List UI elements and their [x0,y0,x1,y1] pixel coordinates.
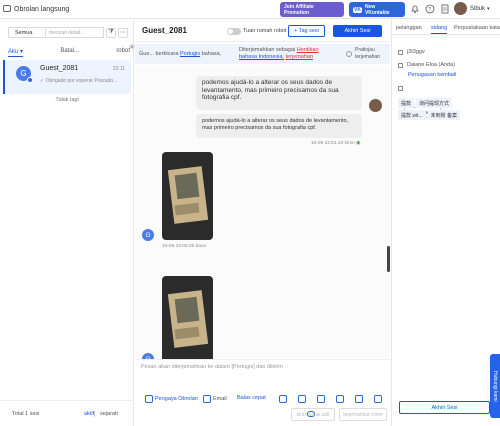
divider [94,411,98,417]
filter-history[interactable]: sejarah [100,411,118,417]
affiliate-promo-button[interactable]: Join Affiliate Promotion [280,2,344,17]
session-id: j2t3ggv [398,49,425,55]
bell-icon[interactable] [410,4,420,14]
chat-plugin-button[interactable]: Pengaya Obrolan [145,395,198,403]
stop-translation-link-2[interactable]: terjemahan [286,54,314,60]
filter-icon[interactable]: ⧩ [106,27,116,38]
robot-toggle[interactable] [227,28,241,35]
source-language-link[interactable]: Portugis [180,51,200,57]
end-session-button[interactable]: Akhiri Sesi [333,25,382,37]
preview-translation-label: Pratinjau terjemahan [355,47,381,60]
help-icon[interactable]: ? [425,4,435,14]
affiliate-label: Join Affiliate Promotion [284,3,314,16]
vk-label: New VKontakte [364,3,390,16]
info-tabs: pelanggan sidang Perpustakaan kata [392,20,500,35]
avatar [454,2,467,15]
id-icon [398,49,403,55]
filter-select[interactable]: Semua [8,27,46,38]
message-translated: podemos ajudá-lo a alterar os seus dados… [196,114,362,138]
left-footer: Total 1 sesi aktif sejarah [0,400,134,426]
quick-reply-button[interactable]: Balas cepat [237,395,266,401]
no-more-text: Tidak lagi [55,97,79,103]
guest-name: Guest_2081 [142,26,187,35]
conversation-item[interactable]: G Guest_2081 22:11 ✓ Obrigado por espera… [3,60,131,94]
conversation-list-panel: Semua mencari detail... ⧩ ⋯ Aku ▾ Batal.… [0,20,135,426]
channel-icon [27,77,33,83]
qa-row[interactable]: 提款 wit... 未到账 备案 [398,110,461,120]
image-meta: 10-05 23:03:25 baca [162,244,207,249]
language-info: Gue... berbicara Portugis bahasa, [139,51,222,57]
svg-text:?: ? [428,7,431,13]
translation-info: Diterjemahkan sebagai Hentikan bahasa Ind… [239,47,319,60]
tab-robot[interactable]: robot 4 [116,44,135,57]
contact-us-button[interactable]: Hubungi kami [490,354,500,418]
document-icon[interactable] [440,4,450,14]
image-message[interactable] [162,276,213,364]
message-original: podemos ajudá-lo a alterar os seus dados… [196,76,362,110]
translate-send-button[interactable]: terjemahkan kirim [339,408,387,421]
avatar: G [142,229,154,241]
agent-row: Daiane Eloa (Anda) [398,62,455,68]
search-input[interactable]: mencari detail... [46,27,104,38]
vk-promo-button[interactable]: VK New VKontakte [349,2,405,17]
tab-customer[interactable]: pelanggan [396,25,422,31]
scrollbar[interactable] [387,246,390,272]
message-input[interactable]: Pesan akan diterjemahkan ke dalam [Portu… [141,364,283,370]
message-area[interactable]: podemos ajudá-lo a alterar os seus dados… [135,66,390,372]
conversation-preview: ✓ Obrigado por esperar Prezado... [40,78,118,84]
tab-cancelled[interactable]: Batal... [60,48,79,57]
user-menu[interactable]: Sibuk ▾ [454,2,490,15]
filter-active[interactable]: aktif [84,411,94,417]
email-icon [203,395,211,403]
plugin-icon [145,395,153,403]
vk-logo-icon: VK [353,6,362,13]
qa-row[interactable]: 提款 询问提现方式 [398,98,453,108]
info-panel: pelanggan sidang Perpustakaan kata j2t3g… [391,20,500,426]
top-bar: Obrolan langsung Join Affiliate Promotio… [0,0,500,19]
mic-icon[interactable] [317,395,325,403]
reassign-link[interactable]: Penugasan kembali [408,72,456,78]
tab-session[interactable]: sidang [431,25,448,34]
check-icon: ◉ [356,141,361,146]
user-icon [398,62,403,68]
more-icon[interactable]: ⋯ [118,27,128,38]
tab-word-library[interactable]: Perpustakaan kata [454,25,500,31]
total-sessions: Total 1 sesi [12,411,40,417]
message-meta: 10-05 22:51:24 kirim ◉ [311,141,361,146]
end-session-button-right[interactable]: Akhiri Sesi [399,401,490,414]
email-button[interactable]: Email [203,395,227,403]
conversation-time: 22:11 [112,66,125,72]
tab-mine[interactable]: Aku ▾ [8,48,24,57]
send-original-button[interactable]: kirim balas asli [291,408,335,421]
robot-toggle-label: Tuan rumah robot [243,28,287,34]
avatar [369,99,382,112]
translation-bar: Gue... berbicara Portugis bahasa, Diterj… [135,44,390,64]
conversation-name: Guest_2081 [40,65,79,72]
chat-icon [3,5,11,12]
video-icon[interactable] [374,395,382,403]
selected-indicator [3,60,5,94]
tag-icon-row [398,86,407,91]
tag-icon [398,86,403,91]
tag-session-button[interactable]: + Tag sesi [288,25,325,37]
target-language-link[interactable]: bahasa Indonesia, [239,54,284,60]
file-icon[interactable] [336,395,344,403]
app-title: Obrolan langsung [14,5,70,13]
chat-panel: Guest_2081 Tuan rumah robot + Tag sesi A… [135,20,390,426]
image-message[interactable] [162,152,213,240]
image-icon[interactable] [355,395,363,403]
stop-translation-link[interactable]: Hentikan [297,47,319,53]
chat-header: Guest_2081 Tuan rumah robot + Tag sesi A… [135,20,390,42]
user-status: Sibuk [470,5,486,12]
preview-translation-radio[interactable] [346,51,352,57]
emoji-icon[interactable] [298,395,306,403]
composer[interactable]: Pesan akan diterjemahkan ke dalam [Portu… [135,359,390,426]
chevron-down-icon: ▾ [487,5,490,12]
magic-icon[interactable] [279,395,287,403]
